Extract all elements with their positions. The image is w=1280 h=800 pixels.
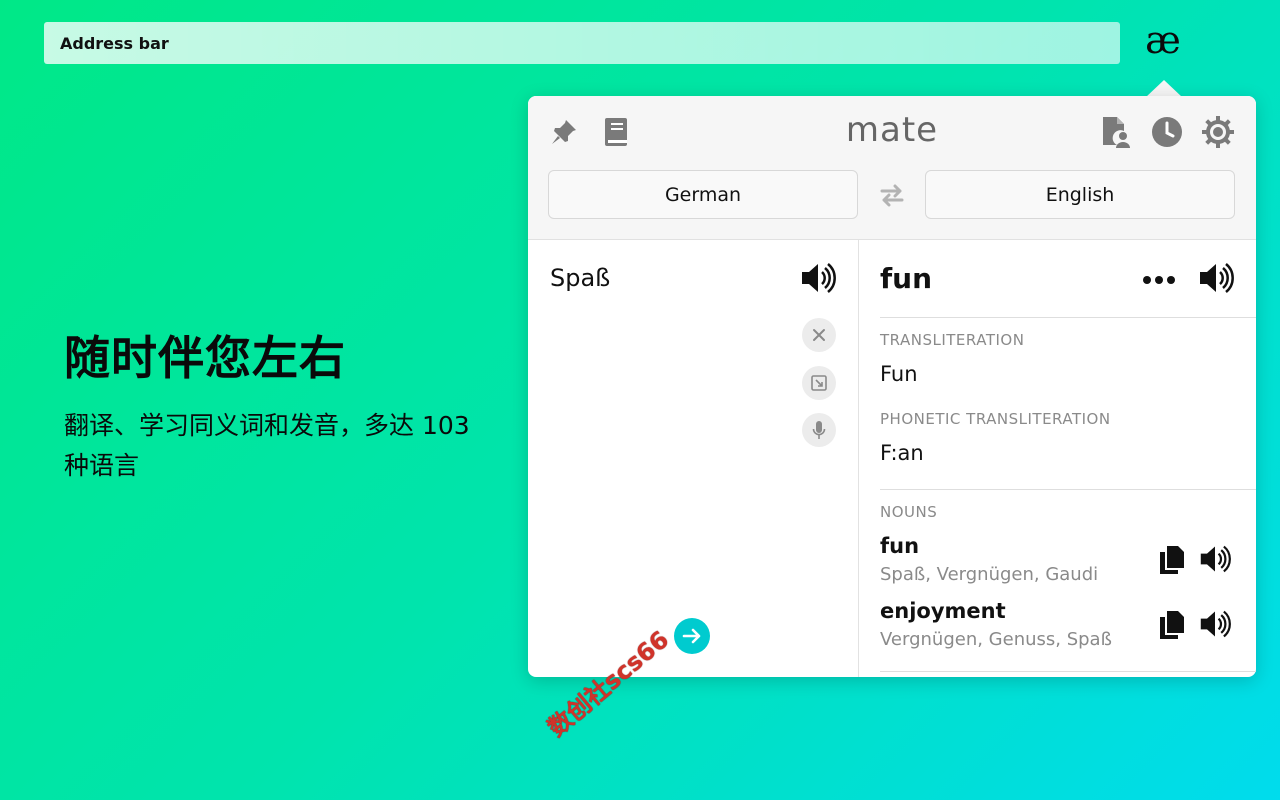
- noun-synonyms: Vergnügen, Genuss, Spaß: [880, 629, 1112, 650]
- address-bar[interactable]: Address bar: [44, 22, 1120, 64]
- history-icon[interactable]: [1149, 114, 1185, 150]
- popup-header: mate German English: [528, 96, 1256, 240]
- document-user-icon[interactable]: [1098, 114, 1134, 150]
- target-language-label: English: [1045, 183, 1115, 206]
- popup-pointer: [1146, 80, 1182, 97]
- settings-icon[interactable]: [1200, 114, 1236, 150]
- expand-icon[interactable]: [802, 366, 836, 400]
- microphone-icon[interactable]: [802, 413, 836, 447]
- source-text-input[interactable]: Spaß: [550, 264, 610, 292]
- pane-divider: [858, 240, 859, 677]
- transliteration-label: TRANSLITERATION: [880, 331, 1025, 349]
- noun-word: enjoyment: [880, 599, 1006, 623]
- noun-speaker-icon[interactable]: [1198, 607, 1232, 641]
- arrow-right-icon: [682, 628, 701, 644]
- source-speaker-icon[interactable]: [800, 260, 836, 296]
- nouns-label: NOUNS: [880, 503, 938, 521]
- transliteration-value: Fun: [880, 362, 918, 386]
- phonetic-value: F:an: [880, 441, 924, 465]
- clear-icon[interactable]: [802, 318, 836, 352]
- divider: [880, 489, 1256, 490]
- divider: [880, 317, 1256, 318]
- divider: [880, 671, 1256, 672]
- source-language-label: German: [664, 183, 742, 206]
- swap-languages-icon[interactable]: [874, 180, 910, 210]
- app-name: mate: [845, 110, 939, 150]
- noun-synonyms: Spaß, Vergnügen, Gaudi: [880, 564, 1099, 585]
- translate-go-button[interactable]: [674, 618, 710, 654]
- source-language-button[interactable]: German: [548, 170, 858, 219]
- target-language-button[interactable]: English: [925, 170, 1235, 219]
- translation-popup: mate German English Spaß fun TRANSLITERA…: [528, 96, 1256, 677]
- translation-speaker-icon[interactable]: [1198, 260, 1234, 296]
- noun-word: fun: [880, 534, 920, 558]
- phonetic-label: PHONETIC TRANSLITERATION: [880, 410, 1111, 428]
- copy-icon[interactable]: [1156, 609, 1188, 641]
- translation-word: fun: [880, 262, 933, 295]
- mate-extension-icon[interactable]: æ: [1140, 20, 1186, 60]
- promo-headline: 随时伴您左右: [64, 331, 346, 385]
- copy-icon[interactable]: [1156, 544, 1188, 576]
- noun-speaker-icon[interactable]: [1198, 542, 1232, 576]
- address-bar-text: Address bar: [60, 33, 169, 53]
- more-options-icon[interactable]: [1140, 266, 1178, 294]
- promo-subline: 翻译、学习同义词和发音，多达 103 种语言: [64, 411, 470, 480]
